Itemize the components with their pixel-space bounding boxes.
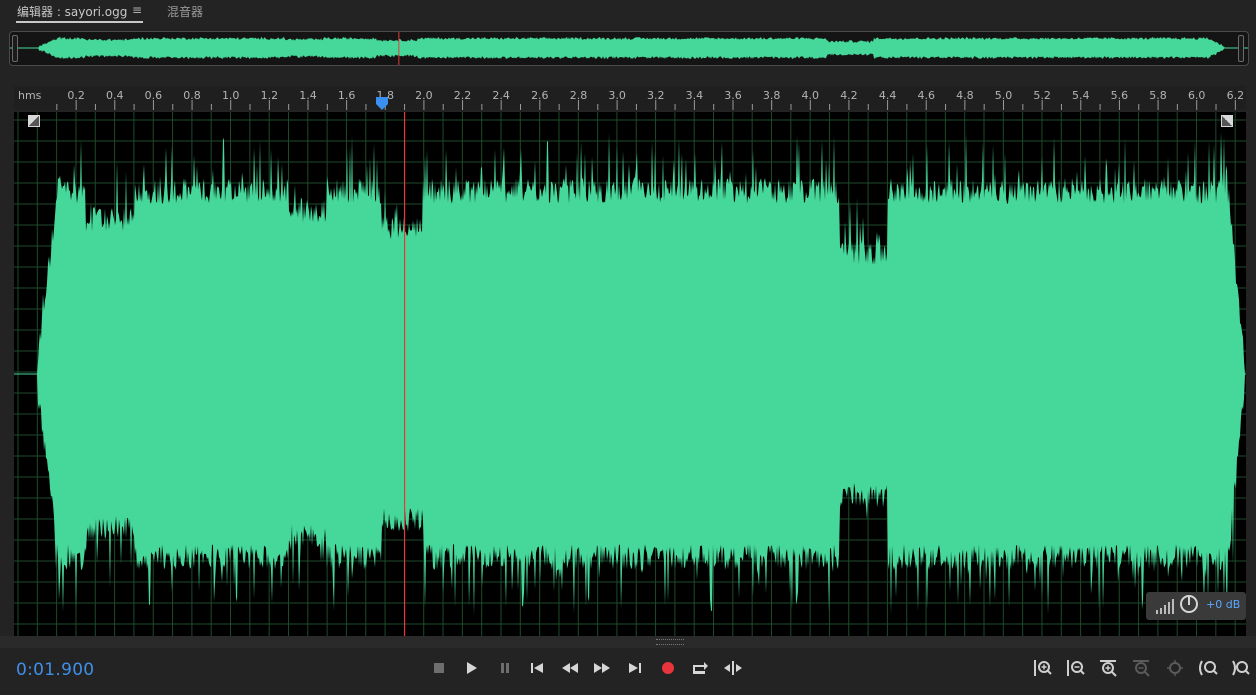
current-time-display[interactable]: 0:01.900 <box>16 660 94 680</box>
skip-to-start-button[interactable] <box>525 656 549 680</box>
ruler-tick-label: 6.0 <box>1187 89 1206 102</box>
active-tab-indicator <box>16 21 143 23</box>
tab-editor[interactable]: 编辑器 : sayori.ogg <box>17 3 127 20</box>
ruler-unit-label: hms <box>18 89 42 102</box>
tab-mixer[interactable]: 混音器 <box>167 3 203 20</box>
skip-to-end-button[interactable] <box>623 656 647 680</box>
gain-value: +0 dB <box>1206 598 1241 611</box>
ruler-tick-label: 2.2 <box>453 89 472 102</box>
skip-end-icon <box>629 663 641 673</box>
ruler-tick-label: 3.8 <box>762 89 781 102</box>
ruler-tick-label: 2.0 <box>415 89 433 102</box>
horizontal-scrollbar[interactable] <box>0 636 1256 648</box>
ruler-tick-label: 5.2 <box>1033 89 1051 102</box>
waveform-overview[interactable] <box>9 31 1249 66</box>
overview-waveform <box>10 32 1248 65</box>
ruler-tick-label: 4.6 <box>917 89 935 102</box>
ruler-tick-label: 4.4 <box>878 89 897 102</box>
gain-knob-icon[interactable] <box>1180 595 1198 613</box>
hamburger-menu-icon[interactable]: ≡ <box>132 3 142 17</box>
play-button[interactable] <box>460 656 484 680</box>
ruler-tick-label: 3.0 <box>608 89 626 102</box>
zoom-out-time-button[interactable] <box>1130 656 1154 680</box>
zoom-in-time-button[interactable] <box>1097 656 1121 680</box>
ruler-tick-label: 0.8 <box>183 89 201 102</box>
zoom-in-right-icon <box>1232 660 1250 676</box>
time-ruler[interactable]: hms 0.2 0.4 0.6 0.8 1.0 1.2 1.4 1.6 1.8 2.0 2.2 2.4… <box>14 86 1246 110</box>
waveform-canvas <box>14 112 1246 636</box>
rewind-button[interactable] <box>558 656 582 680</box>
loop-icon <box>693 662 708 674</box>
skip-selection-button[interactable] <box>721 656 745 680</box>
ruler-tick-label: 1.6 <box>337 89 356 102</box>
stop-icon <box>434 663 444 673</box>
ruler-tick-label: 0.4 <box>106 89 124 102</box>
ruler-tick-label: 5.0 <box>994 89 1013 102</box>
fade-in-handle-icon[interactable] <box>28 115 40 127</box>
loop-button[interactable] <box>688 656 712 680</box>
level-bars-icon <box>1156 599 1174 614</box>
zoom-out-time-icon <box>1133 660 1150 677</box>
zoom-selection-icon <box>1167 660 1183 676</box>
ruler-tick-label: 0.2 <box>67 89 85 102</box>
pause-button[interactable] <box>493 656 517 680</box>
ruler-tick-label: 5.8 <box>1149 89 1167 102</box>
zoom-in-left-icon <box>1199 660 1218 676</box>
ruler-tick-label: 2.4 <box>492 89 510 102</box>
ruler-tick-label: 1.2 <box>260 89 279 102</box>
ruler-tick-label: 4.8 <box>956 89 974 102</box>
overview-right-handle[interactable] <box>1238 35 1244 62</box>
ruler-tick-label: 4.0 <box>801 89 820 102</box>
ruler-tick-label: 3.4 <box>685 89 704 102</box>
fast-forward-button[interactable] <box>590 656 614 680</box>
overview-left-handle[interactable] <box>12 35 18 62</box>
zoom-out-amplitude-icon <box>1067 660 1085 676</box>
ruler-tick-label: 3.6 <box>724 89 742 102</box>
waveform-display[interactable] <box>14 112 1246 636</box>
fast-forward-icon <box>594 663 610 673</box>
skip-start-icon <box>531 663 543 673</box>
ruler-tick-label: 5.4 <box>1072 89 1090 102</box>
ruler-tick-label: 1.4 <box>299 89 317 102</box>
rewind-icon <box>562 663 578 673</box>
editor-tab-bar: 编辑器 : sayori.ogg ≡ 混音器 <box>0 0 1256 26</box>
zoom-in-right-button[interactable] <box>1229 656 1253 680</box>
zoom-out-amplitude-button[interactable] <box>1064 656 1088 680</box>
ruler-tick-label: 2.6 <box>531 89 549 102</box>
playhead-handle-icon[interactable] <box>374 97 390 111</box>
zoom-in-amplitude-button[interactable] <box>1031 656 1055 680</box>
ruler-tick-label: 0.6 <box>144 89 163 102</box>
ruler-tick-label: 2.8 <box>569 89 588 102</box>
gain-hud[interactable]: +0 dB <box>1146 592 1246 620</box>
zoom-in-time-icon <box>1100 660 1117 677</box>
ruler-tick-label: 3.2 <box>646 89 665 102</box>
ruler-tick-label: 5.6 <box>1110 89 1129 102</box>
ruler-tick-label: 4.2 <box>840 89 858 102</box>
ruler-tick-label: 1.0 <box>221 89 240 102</box>
fade-out-handle-icon[interactable] <box>1221 115 1233 127</box>
skip-selection-icon <box>724 661 742 675</box>
stop-button[interactable] <box>427 656 451 680</box>
play-icon <box>467 662 477 674</box>
pause-icon <box>501 663 509 673</box>
record-icon <box>662 662 674 674</box>
record-button[interactable] <box>656 656 680 680</box>
zoom-in-left-button[interactable] <box>1196 656 1220 680</box>
ruler-tick-label: 6.2 <box>1226 89 1245 102</box>
zoom-in-amplitude-icon <box>1034 660 1052 676</box>
zoom-to-selection-button[interactable] <box>1163 656 1187 680</box>
scrollbar-grip-icon[interactable] <box>656 639 684 645</box>
